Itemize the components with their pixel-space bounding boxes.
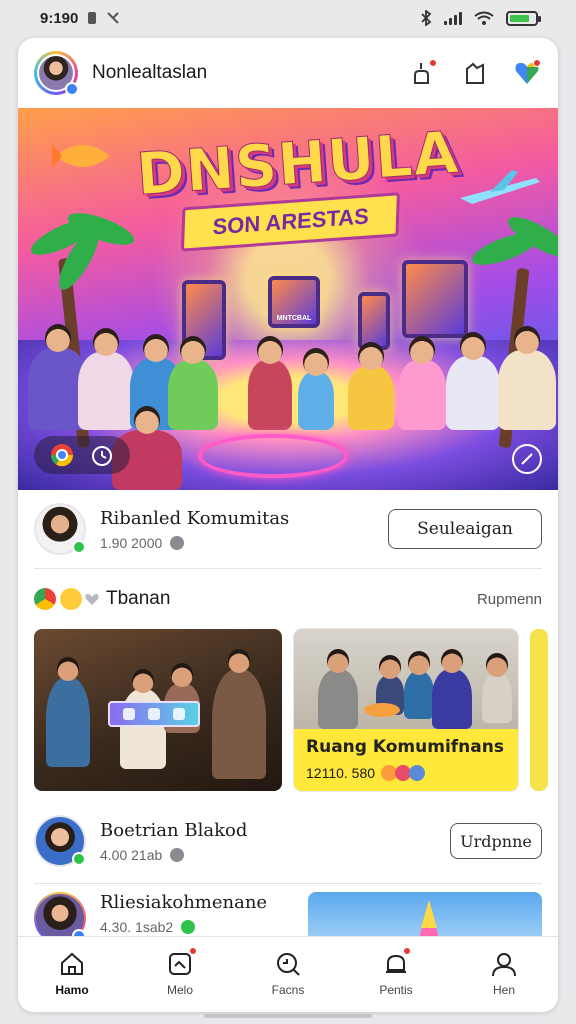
expand-icon bbox=[521, 453, 533, 465]
battery-icon bbox=[506, 10, 541, 26]
tab-profile[interactable]: Hen bbox=[464, 949, 544, 997]
section-header: Tbanan Rupmenn bbox=[18, 569, 558, 629]
bluetooth-icon bbox=[421, 10, 432, 26]
verified-icon bbox=[170, 847, 185, 862]
tab-label: Hamo bbox=[55, 982, 89, 997]
alert-dot bbox=[189, 946, 197, 955]
bookmark-icon bbox=[466, 62, 484, 84]
status-time: 9:190 bbox=[40, 9, 79, 27]
user-avatar[interactable] bbox=[34, 51, 79, 96]
verified-icon bbox=[170, 535, 185, 550]
community-meta: 1.90 2000 bbox=[100, 534, 163, 551]
tab-notifications[interactable]: Pentis bbox=[356, 946, 436, 997]
hero-banner[interactable]: DNSHULA SON ARESTAS MNTCBAL bbox=[18, 108, 558, 490]
profile-icon bbox=[492, 952, 516, 976]
verified-icon bbox=[181, 920, 196, 934]
alert-dot bbox=[403, 946, 411, 955]
follow-button[interactable]: Urdpnne bbox=[450, 823, 542, 859]
tablet-graphic bbox=[108, 701, 200, 727]
search-icon bbox=[277, 952, 300, 976]
tab-label: Facns bbox=[271, 982, 305, 997]
status-bar: 9:190 bbox=[0, 0, 576, 36]
app-window: Nonlealtaslan DNSHULA SON ARESTAS MNTCBA… bbox=[18, 38, 558, 1012]
add-friend-button[interactable] bbox=[408, 58, 438, 88]
hero-chip[interactable] bbox=[34, 436, 130, 474]
tab-label: Pentis bbox=[379, 982, 413, 997]
community-name: Ribanled Komumitas bbox=[100, 507, 290, 529]
community-card[interactable] bbox=[34, 629, 282, 791]
see-more-link[interactable]: Rupmenn bbox=[477, 591, 542, 608]
home-icon bbox=[61, 952, 83, 975]
community-card[interactable]: Ruang Komumifnans 12110. 580 bbox=[294, 629, 518, 791]
member-row[interactable]: Boetrian Blakod 4.00 21ab Urdpnne bbox=[18, 799, 558, 883]
smile-emoji-icon bbox=[60, 588, 82, 610]
member-name: Boetrian Blakod bbox=[100, 819, 248, 841]
member-avatar bbox=[34, 815, 86, 867]
card-title: Ruang Komumifnans bbox=[306, 737, 504, 757]
card-meta: 12110. 580 bbox=[306, 765, 376, 781]
bottom-tab-bar: Hamo Melo Facns Pentis Hen bbox=[18, 936, 558, 1012]
member-meta: 4.00 21ab bbox=[100, 846, 163, 863]
join-button[interactable]: Seuleaigan bbox=[388, 509, 542, 549]
community-carousel[interactable]: Ruang Komumifnans 12110. 580 bbox=[18, 629, 558, 793]
app-title: Nonlealtaslan bbox=[92, 62, 208, 83]
airplane-icon bbox=[460, 170, 540, 204]
timer-icon bbox=[92, 446, 112, 466]
tab-home[interactable]: Hamo bbox=[32, 949, 112, 997]
community-avatar bbox=[34, 503, 86, 555]
home-indicator bbox=[204, 1014, 372, 1018]
heart-icon bbox=[85, 594, 99, 605]
online-indicator bbox=[72, 852, 86, 866]
hero-screen-label: MNTCBAL bbox=[276, 315, 312, 322]
expand-button[interactable] bbox=[512, 444, 542, 474]
alert-dot bbox=[429, 59, 437, 67]
signal-icon bbox=[444, 11, 462, 25]
tab-messages[interactable]: Melo bbox=[140, 946, 220, 997]
online-indicator bbox=[72, 540, 86, 554]
tab-search[interactable]: Facns bbox=[248, 949, 328, 997]
emoji-icon bbox=[409, 765, 426, 781]
member-name: Rliesiakohmenane bbox=[100, 892, 268, 913]
featured-community[interactable]: Ribanled Komumitas 1.90 2000 Seuleaigan bbox=[18, 490, 558, 568]
hero-title-group: DNSHULA SON ARESTAS bbox=[134, 118, 462, 255]
section-title: Tbanan bbox=[106, 588, 171, 609]
wifi-icon bbox=[474, 11, 494, 25]
tab-label: Melo bbox=[166, 982, 193, 997]
chrome-icon bbox=[34, 588, 56, 610]
community-card-partial[interactable] bbox=[530, 629, 548, 791]
bookmark-button[interactable] bbox=[460, 58, 490, 88]
app-header: Nonlealtaslan bbox=[18, 38, 558, 108]
notification-icon bbox=[88, 12, 97, 24]
tab-label: Hen bbox=[492, 982, 515, 997]
alert-dot bbox=[533, 59, 541, 67]
fish-kite-icon bbox=[52, 144, 110, 168]
hero-ring bbox=[198, 434, 348, 478]
sim-icon bbox=[107, 12, 120, 24]
member-meta: 4.30. 1sab2 bbox=[100, 919, 174, 935]
favorites-button[interactable] bbox=[512, 58, 542, 88]
chrome-icon bbox=[50, 444, 74, 467]
